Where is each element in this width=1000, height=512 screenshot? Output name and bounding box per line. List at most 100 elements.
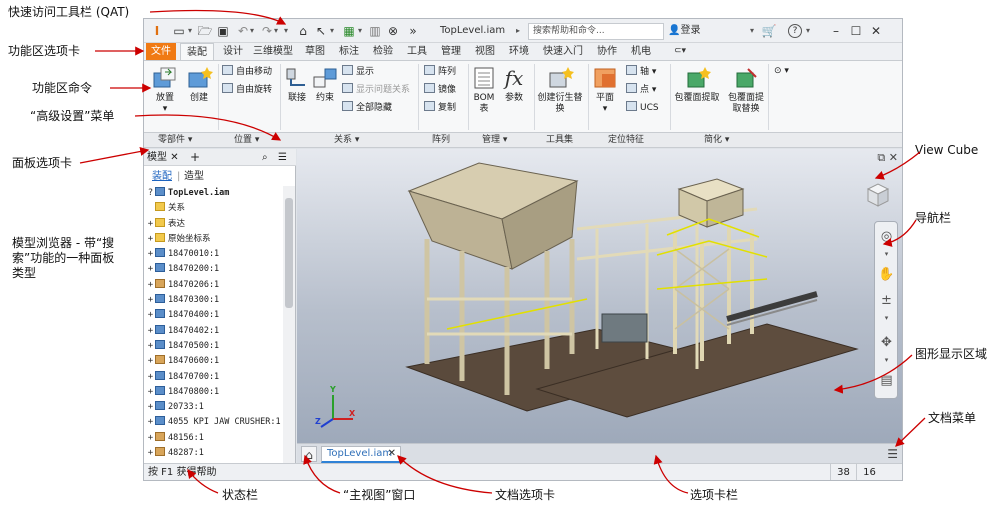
open-folder-icon[interactable]: 🗁 — [196, 23, 214, 39]
tree-row[interactable]: +18470206:1 — [146, 278, 282, 293]
pan-icon[interactable]: ✋ — [878, 266, 895, 283]
ucs-button[interactable]: UCS — [626, 101, 659, 115]
login-button[interactable]: 👤登录 — [668, 24, 700, 38]
zoom-icon[interactable]: ± — [878, 292, 895, 309]
undo-dropdown-icon[interactable]: ▾ — [250, 23, 254, 39]
tree-row[interactable]: +18470300:1 — [146, 293, 282, 308]
tree-expand-icon[interactable]: + — [146, 385, 155, 400]
tree-row[interactable]: +4055 KPI JAW CRUSHER:1 — [146, 415, 282, 430]
more-icon[interactable]: » — [404, 23, 422, 39]
shrinkwrap-sub-button[interactable]: 包覆面提取替换 — [724, 65, 768, 115]
tree-expand-icon[interactable]: + — [146, 324, 155, 339]
axis-button[interactable]: 轴 ▾ — [626, 65, 656, 79]
tab-sketch[interactable]: 草图 — [300, 43, 330, 60]
ribbon-extra-dropdown[interactable]: ⊙ ▾ — [774, 65, 789, 78]
tree-expand-icon[interactable]: + — [146, 278, 155, 293]
mode-modeling[interactable]: 造型 — [184, 171, 204, 183]
tree-row[interactable]: +48156:1 — [146, 431, 282, 446]
tree-expand-icon[interactable]: + — [146, 415, 155, 430]
view-cube[interactable] — [862, 179, 892, 209]
new-dropdown-icon[interactable]: ▾ — [188, 23, 192, 39]
help-button[interactable]: ? — [788, 24, 802, 38]
tab-inspect[interactable]: 检验 — [368, 43, 398, 60]
tree-row[interactable]: +20733:1 — [146, 400, 282, 415]
create-derived-button[interactable]: 创建衍生替换 — [536, 65, 584, 115]
tree-row[interactable]: +18470010:1 — [146, 247, 282, 262]
joint-button[interactable]: 联接 — [284, 65, 310, 104]
tab-collaborate[interactable]: 协作 — [592, 43, 622, 60]
qat-customize-icon[interactable]: ▾ — [284, 23, 288, 39]
new-file-icon[interactable]: ▭ — [170, 23, 188, 39]
document-menu-icon[interactable]: ☰ — [887, 447, 898, 461]
tree-expand-icon[interactable]: + — [146, 370, 155, 385]
graphics-window[interactable]: ⧉ ✕ ◎ ▾ ✋ ± ▾ ✥ ▾ ▤ Y X Z — [297, 149, 902, 443]
show-sick-button[interactable]: 显示问题关系 — [342, 83, 410, 97]
update-icon[interactable]: ▦ — [340, 23, 358, 39]
copy-button[interactable]: 复制 — [424, 101, 456, 115]
tab-design[interactable]: 设计 — [218, 43, 248, 60]
group-title-component[interactable]: 零部件 ▾ — [158, 134, 192, 147]
redo-dropdown-icon[interactable]: ▾ — [274, 23, 278, 39]
orbit-dropdown-icon[interactable]: ▾ — [878, 352, 895, 369]
place-button[interactable]: 放置 ▾ — [150, 65, 180, 115]
tree-expand-icon[interactable]: + — [146, 293, 155, 308]
tree-expand-icon[interactable]: ? — [146, 186, 155, 201]
tree-expand-icon[interactable]: + — [146, 339, 155, 354]
tab-manage[interactable]: 管理 — [436, 43, 466, 60]
select-dropdown-icon[interactable]: ▾ — [330, 23, 334, 39]
login-dropdown-icon[interactable]: ▾ — [750, 23, 754, 39]
add-panel-icon[interactable]: + — [190, 151, 200, 164]
tree-expand-icon[interactable]: + — [146, 400, 155, 415]
tab-get-started[interactable]: 快速入门 — [538, 43, 588, 60]
hide-all-button[interactable]: 全部隐藏 — [342, 101, 392, 115]
document-tab[interactable]: TopLevel.iam ✕ — [321, 446, 401, 463]
ribbon-options-icon[interactable]: ⊂▾ — [668, 43, 692, 60]
tab-3d-model[interactable]: 三维模型 — [250, 43, 296, 60]
tree-row[interactable]: +18470600:1 — [146, 354, 282, 369]
bom-button[interactable]: BOM 表 — [470, 65, 498, 115]
tree-row[interactable]: +18470700:1 — [146, 370, 282, 385]
app-logo-icon[interactable]: I — [148, 23, 166, 39]
tab-annotate[interactable]: 标注 — [334, 43, 364, 60]
cart-icon[interactable]: 🛒 — [760, 23, 778, 39]
home-icon[interactable]: ⌂ — [294, 23, 312, 39]
tree-row[interactable]: +18470400:1 — [146, 308, 282, 323]
point-button[interactable]: 点 ▾ — [626, 83, 656, 97]
plane-dropdown-icon[interactable]: ▾ — [603, 104, 608, 114]
tab-assemble[interactable]: 装配 — [180, 43, 214, 60]
group-title-relationships[interactable]: 关系 ▾ — [334, 134, 359, 147]
tree-expand-icon[interactable]: + — [146, 446, 155, 461]
tree-row[interactable]: +18470800:1 — [146, 385, 282, 400]
mode-assembly[interactable]: 装配 — [152, 171, 172, 183]
tree-expand-icon[interactable]: + — [146, 262, 155, 277]
nav-expand-icon[interactable]: ▾ — [878, 246, 895, 263]
viewport-window-controls[interactable]: ⧉ ✕ — [877, 151, 898, 165]
tree-expand-icon[interactable]: + — [146, 232, 155, 247]
update-dropdown-icon[interactable]: ▾ — [358, 23, 362, 39]
tree-row[interactable]: +18470200:1 — [146, 262, 282, 277]
free-rotate-button[interactable]: 自由旋转 — [222, 83, 272, 97]
home-view-icon[interactable]: ⌂ — [301, 446, 317, 462]
close-document-icon[interactable]: ✕ — [388, 447, 396, 461]
tab-model[interactable]: 模型 ✕ — [147, 151, 179, 164]
tree-row[interactable]: 关系 — [146, 201, 282, 216]
zoom-dropdown-icon[interactable]: ▾ — [878, 310, 895, 327]
shrinkwrap-button[interactable]: 包覆面提取 — [672, 65, 722, 104]
close-tab-icon[interactable]: ✕ — [170, 152, 178, 163]
group-title-position[interactable]: 位置 ▾ — [234, 134, 259, 147]
tree-row[interactable]: + 表达 — [146, 217, 282, 232]
tree-scroll-thumb[interactable] — [285, 198, 293, 308]
pattern-button[interactable]: 阵列 — [424, 65, 456, 79]
show-button[interactable]: 显示 — [342, 65, 374, 79]
orbit-icon[interactable]: ✥ — [878, 334, 895, 351]
constrain-button[interactable]: 约束 — [312, 65, 338, 104]
mirror-button[interactable]: 镜像 — [424, 83, 456, 97]
select-icon[interactable]: ↖ — [312, 23, 330, 39]
group-title-manage[interactable]: 管理 ▾ — [482, 134, 507, 147]
tree-row[interactable]: +18470402:1 — [146, 324, 282, 339]
create-button[interactable]: 创建 — [184, 65, 214, 104]
measure-icon[interactable]: ▥ — [366, 23, 384, 39]
tree-expand-icon[interactable]: + — [146, 431, 155, 446]
tab-view[interactable]: 视图 — [470, 43, 500, 60]
search-expand-icon[interactable]: ▸ — [516, 23, 520, 39]
